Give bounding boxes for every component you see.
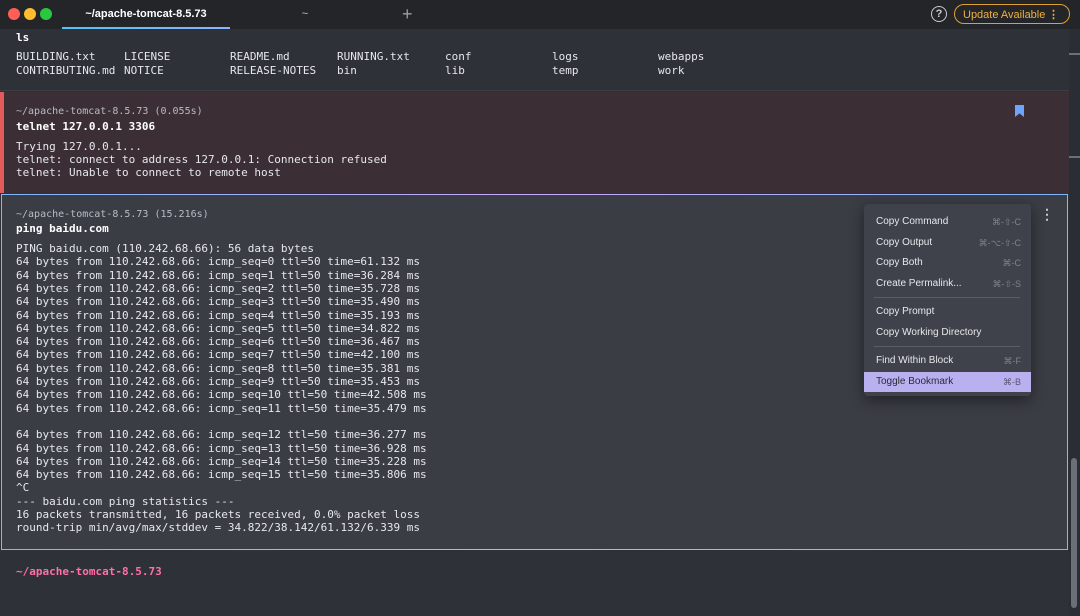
ls-entry: CONTRIBUTING.md	[16, 64, 116, 77]
block-output-line: 64 bytes from 110.242.68.66: icmp_seq=15…	[16, 468, 427, 482]
block-output-line: 64 bytes from 110.242.68.66: icmp_seq=1 …	[16, 268, 420, 282]
menu-item-label: Copy Command	[876, 216, 949, 227]
block-command: ping baidu.com	[16, 222, 109, 235]
scrollbar-marker	[1069, 53, 1080, 55]
block-output-line: Trying 127.0.0.1...	[16, 140, 142, 153]
help-icon[interactable]: ?	[931, 6, 947, 22]
menu-item-copy-both[interactable]: Copy Both ⌘-C	[864, 253, 1031, 273]
menu-item-toggle-bookmark[interactable]: Toggle Bookmark ⌘-B	[864, 371, 1031, 392]
new-tab-plus-icon[interactable]: +	[402, 4, 413, 24]
block-context-menu: Copy Command ⌘-⇧-C Copy Output ⌘-⌥-⇧-C Copy …	[864, 204, 1031, 396]
block-output-line: 64 bytes from 110.242.68.66: icmp_seq=13…	[16, 441, 427, 455]
block-output-line: 64 bytes from 110.242.68.66: icmp_seq=8 …	[16, 361, 420, 375]
menu-item-shortcut: ⌘-C	[1002, 258, 1022, 268]
menu-item-shortcut: ⌘-⇧-S	[992, 278, 1021, 289]
block-output-line: --- baidu.com ping statistics ---	[16, 494, 235, 508]
block-output-line: round-trip min/avg/max/stddev = 34.822/3…	[16, 521, 420, 535]
ls-entry: work	[658, 64, 685, 77]
ls-entry: temp	[552, 64, 579, 77]
block-prompt-meta: ~/apache-tomcat-8.5.73 (15.216s)	[16, 209, 209, 220]
menu-separator	[874, 297, 1020, 298]
menu-item-label: Find Within Block	[876, 355, 954, 366]
menu-item-shortcut: ⌘-B	[1003, 376, 1021, 387]
menu-item-label: Copy Both	[876, 257, 923, 268]
close-window-button[interactable]	[8, 8, 20, 20]
tab-apache-tomcat[interactable]: ~/apache-tomcat-8.5.73	[62, 0, 230, 29]
block-output-line: 64 bytes from 110.242.68.66: icmp_seq=4 …	[16, 308, 420, 322]
block-output-line: telnet: Unable to connect to remote host	[16, 166, 281, 179]
menu-item-copy-command[interactable]: Copy Command ⌘-⇧-C	[864, 212, 1031, 232]
ls-entry: NOTICE	[124, 64, 164, 77]
block-more-vertical-icon[interactable]: ⋮	[1040, 206, 1054, 223]
ls-entry: webapps	[658, 50, 705, 63]
tab-label: ~	[301, 8, 309, 20]
block-output-line: 64 bytes from 110.242.68.66: icmp_seq=11…	[16, 401, 427, 415]
ls-entry: BUILDING.txt	[16, 50, 96, 63]
block-output-line: 64 bytes from 110.242.68.66: icmp_seq=6 …	[16, 335, 420, 349]
block-command: ls	[16, 31, 30, 44]
ls-entry: bin	[337, 64, 357, 77]
ls-entry: README.md	[230, 50, 290, 63]
block-output-line: 64 bytes from 110.242.68.66: icmp_seq=7 …	[16, 348, 420, 362]
block-output-line: 64 bytes from 110.242.68.66: icmp_seq=9 …	[16, 375, 420, 388]
menu-item-label: Create Permalink...	[876, 277, 962, 289]
tab-label: ~/apache-tomcat-8.5.73	[85, 8, 207, 20]
minimize-window-button[interactable]	[24, 8, 36, 20]
scrollbar-thumb[interactable]	[1071, 458, 1077, 608]
block-output-line: 64 bytes from 110.242.68.66: icmp_seq=5 …	[16, 321, 420, 335]
block-output-line: telnet: connect to address 127.0.0.1: Co…	[16, 153, 387, 166]
menu-item-shortcut: ⌘-⇧-C	[991, 217, 1021, 227]
menu-item-copy-output[interactable]: Copy Output ⌘-⌥-⇧-C	[864, 233, 1031, 253]
tab-home[interactable]: ~	[230, 0, 380, 29]
menu-item-label: Copy Prompt	[876, 306, 935, 317]
block-output-line: 64 bytes from 110.242.68.66: icmp_seq=0 …	[16, 255, 420, 269]
block-output-line: 64 bytes from 110.242.68.66: icmp_seq=10…	[16, 388, 427, 402]
ls-entry: RELEASE-NOTES	[230, 64, 317, 77]
menu-item-label: Copy Output	[876, 236, 933, 248]
menu-separator	[874, 346, 1020, 347]
menu-item-shortcut: ⌘-F	[1003, 356, 1022, 366]
block-command: telnet 127.0.0.1 3306	[16, 120, 156, 133]
menu-item-create-permalink[interactable]: Create Permalink... ⌘-⇧-S	[864, 274, 1031, 294]
menu-item-copy-prompt[interactable]: Copy Prompt	[864, 302, 1031, 322]
block-prompt-meta: ~/apache-tomcat-8.5.73 (0.055s)	[16, 106, 203, 117]
zoom-window-button[interactable]	[40, 8, 52, 20]
ls-entry: logs	[552, 50, 579, 63]
menu-item-shortcut: ⌘-⌥-⇧-C	[978, 237, 1021, 248]
block-output-line: ^C	[16, 481, 30, 495]
menu-item-find-within-block[interactable]: Find Within Block ⌘-F	[864, 351, 1031, 371]
menu-item-copy-working-directory[interactable]: Copy Working Directory	[864, 323, 1031, 343]
ls-entry: LICENSE	[124, 50, 171, 63]
menu-item-label: Toggle Bookmark	[876, 375, 954, 387]
ls-entry: conf	[445, 50, 472, 63]
scrollbar-marker	[1069, 156, 1080, 158]
block-output-line: PING baidu.com (110.242.68.66): 56 data …	[16, 242, 315, 255]
ls-entry: lib	[445, 64, 465, 77]
ls-entry: RUNNING.txt	[337, 50, 410, 63]
block-output-line: 16 packets transmitted, 16 packets recei…	[16, 508, 420, 521]
update-label: Update Available	[963, 9, 1046, 21]
block-output-line: 64 bytes from 110.242.68.66: icmp_seq=3 …	[16, 295, 420, 309]
update-available-button[interactable]: Update Available ⋮	[954, 4, 1070, 24]
current-prompt: ~/apache-tomcat-8.5.73	[16, 565, 162, 578]
block-output-line: 64 bytes from 110.242.68.66: icmp_seq=14…	[16, 454, 427, 468]
block-output-line: 64 bytes from 110.242.68.66: icmp_seq=12…	[16, 428, 427, 442]
block-output-line: 64 bytes from 110.242.68.66: icmp_seq=2 …	[16, 281, 420, 295]
more-vertical-icon[interactable]: ⋮	[1048, 5, 1059, 25]
menu-item-label: Copy Working Directory	[876, 326, 982, 338]
title-bar: ~/apache-tomcat-8.5.73 ~ + ? Update Avai…	[0, 0, 1080, 30]
